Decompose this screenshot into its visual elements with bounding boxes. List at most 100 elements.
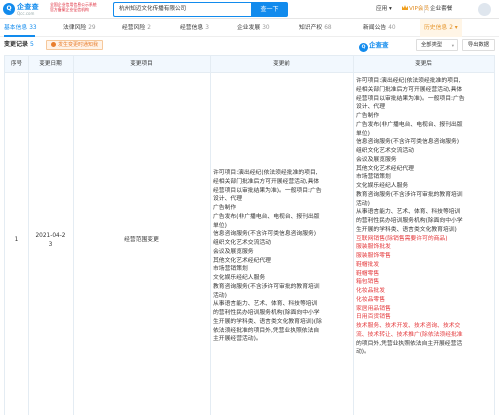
after-line: 文化娱乐经纪人服务 bbox=[356, 183, 409, 189]
watermark-text: 企查查 bbox=[369, 41, 389, 49]
tab-intellectual-property[interactable]: 知识产权 68 bbox=[299, 19, 332, 37]
after-line: 的营利性民办培训服务机构(除面向中小学 bbox=[356, 218, 463, 224]
after-line-added: 鞋帽零售 bbox=[356, 270, 380, 277]
column-header-before: 变更前 bbox=[273, 61, 290, 67]
column-divider bbox=[73, 55, 74, 415]
tab-count: 68 bbox=[324, 25, 332, 31]
before-line: 教育咨询服务(不含涉许可审批的教育培训 bbox=[213, 283, 320, 290]
user-avatar[interactable] bbox=[478, 3, 491, 16]
logo-mark-icon: Q bbox=[3, 3, 15, 15]
change-notify-button[interactable]: 发生变更时通知我 bbox=[46, 40, 104, 50]
site-slogan: 全国企业信用信息公示系统 官方备案企业征信机构 bbox=[50, 2, 112, 12]
row-after-content: 许可项目:演出经纪(依法须经批准的项目, 经相关部门批准后方可开展经营活动,具体经… bbox=[356, 77, 492, 357]
after-line-added: 箱包销售 bbox=[356, 279, 380, 286]
after-line: 广告制作 bbox=[356, 113, 380, 119]
tab-legal-risk[interactable]: 法律风险 29 bbox=[63, 19, 96, 37]
logo-mark-icon: Q bbox=[359, 43, 368, 52]
after-line: 广告发布(非广播电台、电视台、报刊出版 bbox=[356, 121, 463, 128]
before-line: 信息咨询服务(不含许可类信息咨询服务) bbox=[213, 231, 317, 238]
after-line: 从事语言能力、艺术、体育、科技等培训 bbox=[356, 209, 461, 216]
tab-history-info[interactable]: 历史信息 2 ▾ bbox=[420, 19, 462, 37]
after-line: 经相关部门批准后方可开展经营活动,具体 bbox=[356, 86, 463, 93]
row-before-content: 许可项目:演出经纪(依法须经批准的项目, 经相关部门批准后方可开展经营活动,具体经… bbox=[213, 169, 351, 344]
row-date-line: 3 bbox=[48, 241, 53, 248]
column-header-index: 序号 bbox=[10, 61, 23, 67]
nav-divider bbox=[424, 5, 425, 13]
after-line-added: 服装服饰批发 bbox=[356, 244, 391, 251]
before-line: 文化娱乐经纪人服务 bbox=[213, 275, 266, 281]
after-line: 其他文化艺术经纪代理 bbox=[356, 165, 414, 172]
tab-label: 法律风险 bbox=[63, 25, 87, 31]
section-title-label: 变更记录 bbox=[4, 41, 29, 48]
after-line: 生开展的学科类、语言类文化教育培训) bbox=[356, 226, 457, 233]
before-line: 其他文化艺术经纪代理 bbox=[213, 257, 271, 264]
crown-icon bbox=[402, 5, 408, 10]
after-line: 信息咨询服务(不含许可类信息咨询服务) bbox=[356, 139, 460, 146]
tab-count: 30 bbox=[262, 25, 270, 31]
nav-enterprise-package[interactable]: 企业套餐 bbox=[430, 4, 452, 14]
row-change-item: 经营范围变更 bbox=[124, 237, 159, 243]
tab-count: 29 bbox=[88, 25, 96, 31]
tab-count: 40 bbox=[388, 25, 396, 31]
after-line-added: 鞋帽批发 bbox=[356, 261, 380, 268]
export-data-button[interactable]: 导出数据 bbox=[462, 39, 495, 51]
after-line: 组织文化艺术交流活动 bbox=[356, 148, 414, 154]
tab-label: 经营信息 bbox=[180, 25, 204, 31]
after-line-added: 互联网销售(除销售需要许可的商品) bbox=[356, 235, 448, 242]
before-line: 从事语言能力、艺术、体育、科技等培训 bbox=[213, 301, 318, 308]
after-line: 的项目外,凭营业执照依法自主开展经营活 bbox=[356, 340, 463, 347]
slogan-line: 官方备案企业征信机构 bbox=[50, 7, 89, 13]
before-line: 生开展的学科类、语言类文化教育培训)(除 bbox=[213, 318, 322, 325]
type-filter-select[interactable]: 全部类型 ▾ bbox=[416, 39, 458, 51]
tab-label: 企业发展 bbox=[237, 25, 261, 31]
tab-label: 知识产权 bbox=[299, 25, 323, 31]
tab-development[interactable]: 企业发展 30 bbox=[237, 19, 270, 37]
column-divider bbox=[210, 55, 211, 415]
tab-count: 3 bbox=[205, 25, 209, 31]
tab-label: 基本信息 bbox=[4, 25, 28, 31]
after-line: 设计、代理 bbox=[356, 104, 385, 111]
before-line: 单位) bbox=[213, 222, 227, 229]
before-line: 的营利性民办培训服务机构(除面向中小学 bbox=[213, 310, 320, 316]
column-header-after: 变更后 bbox=[415, 61, 432, 67]
tab-news[interactable]: 新闻公告 40 bbox=[363, 19, 396, 37]
site-logo[interactable]: Q 企查查 Qcc.com bbox=[3, 2, 47, 17]
after-line: 市场营销策划 bbox=[356, 174, 391, 181]
before-line: 会议及展览服务 bbox=[213, 248, 254, 255]
row-date: 2021-04-2 3 bbox=[28, 232, 73, 250]
before-line: 主开展经营活动)。 bbox=[213, 336, 262, 343]
after-line: 经营项目以审批结果为准)。一般项目:广告 bbox=[356, 95, 465, 102]
tab-operating-info[interactable]: 经营信息 3 bbox=[180, 19, 209, 37]
tab-count: 33 bbox=[29, 25, 37, 31]
tab-label: 新闻公告 bbox=[363, 25, 387, 31]
column-header-date: 变更日期 bbox=[39, 61, 62, 67]
bell-icon bbox=[51, 41, 56, 47]
row-date-line: 2021-04-2 bbox=[35, 233, 66, 239]
before-line: 许可项目:演出经纪(依法须经批准的项目, bbox=[213, 170, 318, 176]
chevron-down-icon: ▾ bbox=[451, 44, 454, 49]
before-line: 依法须经批准的项目外,凭营业执照依法自 bbox=[213, 327, 320, 334]
after-line-added: 流、技术转让、技术推广(除依法须经批准 bbox=[356, 331, 463, 338]
after-line-added: 家居用品销售 bbox=[356, 305, 391, 312]
column-divider bbox=[353, 55, 354, 415]
tab-operating-risk[interactable]: 经营风险 2 bbox=[122, 19, 151, 37]
after-line-added: 服装服饰零售 bbox=[356, 253, 391, 259]
column-header-item: 变更项目 bbox=[130, 61, 153, 67]
nav-app-label: 应用 bbox=[376, 6, 388, 12]
before-line: 经相关部门批准后方可开展经营活动,具体 bbox=[213, 178, 320, 185]
top-header: Q 企查查 Qcc.com 全国企业信用信息公示系统 官方备案企业征信机构 杭州… bbox=[0, 0, 499, 19]
after-line: 单位) bbox=[356, 130, 370, 137]
after-line-added: 日用百货销售 bbox=[356, 314, 391, 321]
before-line: 广告发布(非广播电台、电视台、报刊出版 bbox=[213, 213, 320, 220]
search-button[interactable]: 查一下 bbox=[251, 2, 288, 17]
tab-basic-info[interactable]: 基本信息 33 bbox=[4, 19, 37, 37]
after-line: 教育咨询服务(不含涉许可审批的教育培训 bbox=[356, 191, 463, 198]
chevron-down-icon: ▾ bbox=[452, 25, 458, 31]
search-input[interactable]: 杭州知迈文化传播有限公司 bbox=[113, 2, 251, 17]
section-title: 变更记录 5 bbox=[4, 40, 34, 50]
section-count: 5 bbox=[30, 41, 34, 48]
nav-app-menu[interactable]: 应用 ▾ bbox=[376, 4, 392, 14]
change-notify-label: 发生变更时通知我 bbox=[58, 42, 99, 48]
before-line: 市场营销策划 bbox=[213, 266, 248, 273]
type-filter-value: 全部类型 bbox=[421, 42, 443, 48]
